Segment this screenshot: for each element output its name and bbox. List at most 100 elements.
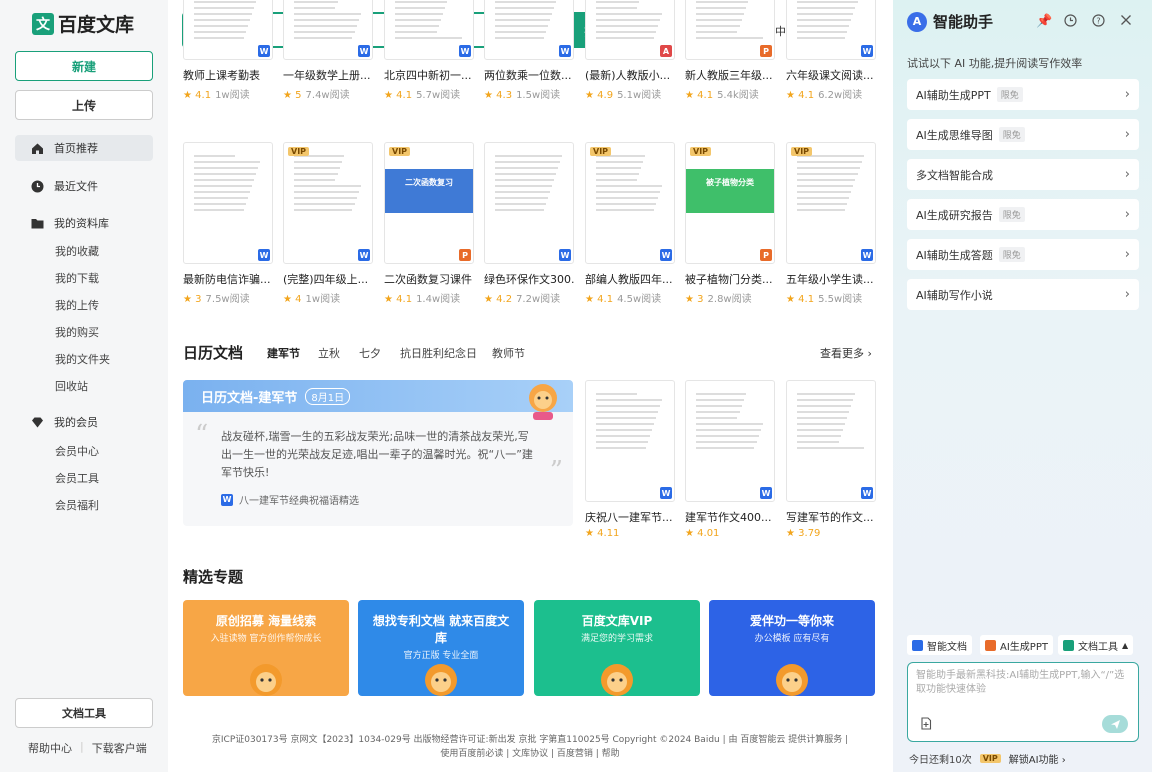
doc-card[interactable]: W 一年级数学上册... ★ 5 7.4w阅读 [283, 0, 373, 101]
unlock-ai-link[interactable]: 解锁AI功能 › [1009, 751, 1066, 766]
quote-open-icon: “ [195, 420, 209, 450]
doc-card[interactable]: W 教师上课考勤表 ★ 4.1 1w阅读 [183, 0, 273, 101]
topics-section-title: 精选专题 [183, 568, 244, 586]
sidebar-subitem-folders[interactable]: 我的文件夹 [55, 351, 110, 367]
tab-calendar-2[interactable]: 七夕 [359, 345, 381, 361]
sidebar-item-vip[interactable]: 我的会员 [15, 409, 153, 435]
pdf-icon: A [660, 45, 672, 57]
doc-card[interactable]: VIP W (完整)四年级上... ★ 4 1w阅读 [283, 142, 373, 305]
doc-card[interactable]: W 最新防电信诈骗... ★ 3 7.5w阅读 [183, 142, 273, 305]
pin-icon[interactable]: 📌 [1036, 14, 1052, 29]
doc-card[interactable]: W 建军节作文400... ★ 4.01 [685, 380, 775, 539]
doc-meta: ★ 4.1 5.7w阅读 [384, 86, 474, 101]
upload-button[interactable]: 上传 [15, 90, 153, 120]
close-icon[interactable] [1120, 14, 1132, 30]
doc-thumbnail: W [484, 0, 574, 60]
tab-calendar-0[interactable]: 建军节 [267, 345, 300, 361]
topic-card[interactable]: 百度文库VIP 满足您的学习需求 [534, 600, 700, 696]
banner-source[interactable]: W 八一建军节经典祝福语精选 [221, 492, 359, 507]
assistant-option[interactable]: AI辅助生成PPT 限免 › [907, 79, 1139, 110]
sidebar-subitem-purchases[interactable]: 我的购买 [55, 324, 99, 340]
vip-badge: VIP [389, 147, 411, 156]
sidebar-item-library[interactable]: 我的资料库 [15, 210, 153, 236]
chip-ai-ppt[interactable]: AI生成PPT [980, 635, 1053, 655]
doc-preview-lines [294, 0, 362, 43]
sidebar-subitem-uploads[interactable]: 我的上传 [55, 297, 99, 313]
topic-card[interactable]: 想找专利文档 就来百度文库 官方正版 专业全面 [358, 600, 524, 696]
doc-meta: ★ 4 1w阅读 [283, 290, 373, 305]
doc-tools-button[interactable]: 文档工具 [15, 698, 153, 728]
doc-rating: 4.2 [496, 294, 513, 305]
chip-smart-doc[interactable]: 智能文档 [907, 635, 972, 655]
home-icon [31, 142, 44, 155]
download-client-link[interactable]: 下载客户端 [92, 740, 147, 756]
tab-calendar-4[interactable]: 教师节 [492, 345, 525, 361]
doc-card[interactable]: W 两位数乘一位数... ★ 4.3 1.5w阅读 [484, 0, 574, 101]
calendar-more-link[interactable]: 查看更多 › [820, 345, 872, 361]
doc-meta: ★ 5 7.4w阅读 [283, 86, 373, 101]
doc-preview-lines [294, 155, 362, 215]
doc-meta: ★ 4.1 6.2w阅读 [786, 86, 876, 101]
sidebar-subitem-vip-tools[interactable]: 会员工具 [55, 470, 99, 486]
assistant-option[interactable]: AI生成研究报告 限免 › [907, 199, 1139, 230]
sidebar-item-recent[interactable]: 最近文件 [15, 173, 153, 199]
assistant-input[interactable]: 智能助手最新黑科技:AI辅助生成PPT,输入“/”选取功能快速体验 [907, 662, 1139, 742]
history-icon[interactable] [1064, 14, 1077, 31]
doc-card[interactable]: A (最新)人教版小... ★ 4.9 5.1w阅读 [585, 0, 675, 101]
doc-title: 两位数乘一位数... [484, 69, 572, 82]
sidebar-subitem-trash[interactable]: 回收站 [55, 378, 88, 394]
sidebar-subitem-vip-benefits[interactable]: 会员福利 [55, 497, 99, 513]
doc-rating: 5 [295, 90, 302, 101]
doc-card[interactable]: 二次函数复习 VIP P 二次函数复习课件 ★ 4.1 1.4w阅读 [384, 142, 474, 305]
new-button[interactable]: 新建 [15, 51, 153, 81]
chip-doc-tools[interactable]: 文档工具 ▲ [1058, 635, 1134, 655]
attach-icon[interactable] [920, 717, 932, 733]
option-label: AI生成思维导图 [916, 128, 993, 142]
doc-title: 被子植物门分类... [685, 273, 773, 286]
topic-card[interactable]: 原创招募 海量线索 入驻读物 官方创作帮你成长 [183, 600, 349, 696]
tab-calendar-1[interactable]: 立秋 [318, 345, 340, 361]
doc-thumbnail: 被子植物分类 VIP P [685, 142, 775, 264]
assistant-option[interactable]: AI辅助生成答题 限免 › [907, 239, 1139, 270]
doc-card[interactable]: W 绿色环保作文300... ★ 4.2 7.2w阅读 [484, 142, 574, 305]
slide-title: 二次函数复习 [405, 178, 453, 187]
star-icon: ★ [786, 90, 799, 101]
doc-card[interactable]: P 新人教版三年级... ★ 4.1 5.4k阅读 [685, 0, 775, 101]
doc-card[interactable]: VIP W 五年级小学生读... ★ 4.1 5.5w阅读 [786, 142, 876, 305]
mascot-icon [244, 658, 288, 696]
topic-card[interactable]: 爱伴功一等你来 办公模板 应有尽有 [709, 600, 875, 696]
doc-thumbnail: W [484, 142, 574, 264]
logo[interactable]: 文 百度文库 [32, 10, 134, 37]
clock-icon [31, 180, 44, 193]
calendar-banner[interactable]: 日历文档-建军节 8月1日 “ ” 战友碰杯,瑞雪一生的五彩战友荣光;品味一世的… [183, 380, 573, 526]
sidebar-subitem-vip-center[interactable]: 会员中心 [55, 443, 99, 459]
assistant-option[interactable]: 多文档智能合成 › [907, 159, 1139, 190]
doc-thumbnail: W [183, 142, 273, 264]
send-button[interactable] [1102, 715, 1128, 733]
doc-card[interactable]: W 写建军节的作文... ★ 3.79 [786, 380, 876, 539]
doc-card[interactable]: 被子植物分类 VIP P 被子植物门分类... ★ 3 2.8w阅读 [685, 142, 775, 305]
help-center-link[interactable]: 帮助中心 [28, 740, 72, 756]
tab-calendar-3[interactable]: 抗日胜利纪念日 [400, 345, 477, 361]
help-icon[interactable]: ? [1092, 14, 1105, 31]
word-icon: W [358, 249, 370, 261]
sidebar-subitem-favorites[interactable]: 我的收藏 [55, 243, 99, 259]
star-icon: ★ [786, 528, 799, 539]
option-label: 多文档智能合成 [916, 168, 993, 182]
star-icon: ★ [283, 90, 296, 101]
doc-card[interactable]: W 北京四中新初一... ★ 4.1 5.7w阅读 [384, 0, 474, 101]
doc-meta: ★ 4.1 4.5w阅读 [585, 290, 675, 305]
sidebar-item-home[interactable]: 首页推荐 [15, 135, 153, 161]
doc-card[interactable]: W 庆祝八一建军节... ★ 4.11 [585, 380, 675, 539]
doc-reads: 5.5w阅读 [818, 294, 863, 305]
doc-meta: ★ 4.2 7.2w阅读 [484, 290, 574, 305]
doc-card[interactable]: W 六年级课文阅读... ★ 4.1 6.2w阅读 [786, 0, 876, 101]
doc-title: 新人教版三年级... [685, 69, 773, 82]
assistant-option[interactable]: AI生成思维导图 限免 › [907, 119, 1139, 150]
doc-thumbnail: VIP W [786, 142, 876, 264]
sidebar-subitem-downloads[interactable]: 我的下载 [55, 270, 99, 286]
assistant-option[interactable]: AI辅助写作小说 › [907, 279, 1139, 310]
doc-card[interactable]: VIP W 部编人教版四年... ★ 4.1 4.5w阅读 [585, 142, 675, 305]
doc-rating: 4.1 [597, 294, 614, 305]
vip-badge: VIP [791, 147, 813, 156]
